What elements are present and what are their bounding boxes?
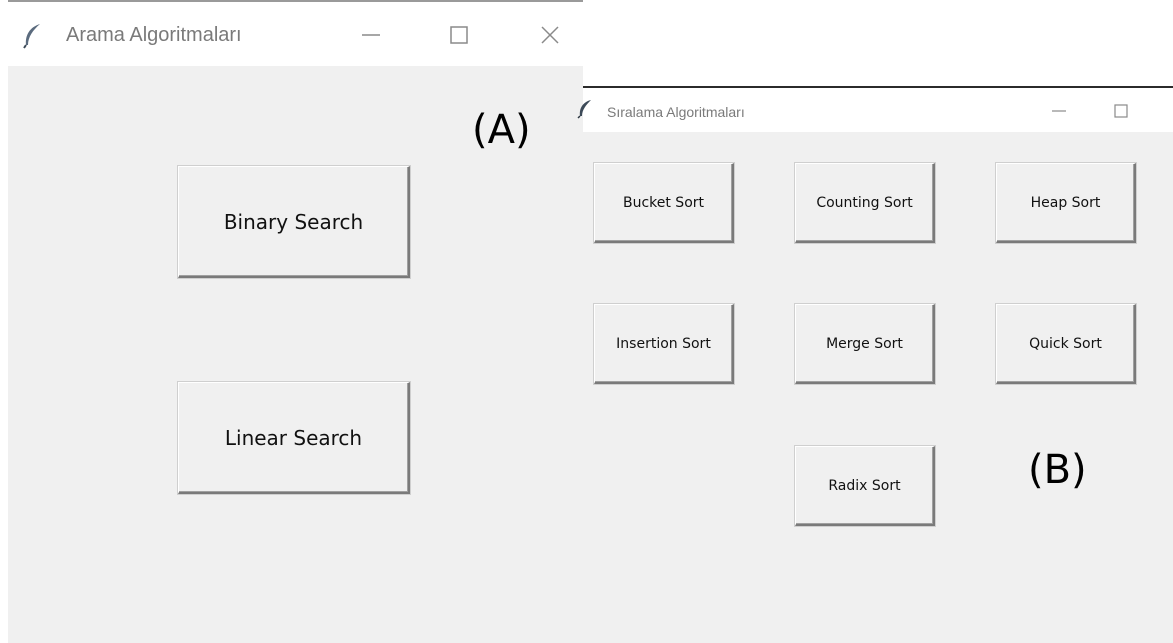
radix-sort-button[interactable]: Radix Sort: [795, 446, 935, 526]
insertion-sort-button[interactable]: Insertion Sort: [594, 304, 734, 384]
window-title: Arama Algoritmaları: [66, 24, 242, 46]
merge-sort-button[interactable]: Merge Sort: [795, 304, 935, 384]
search-window-titlebar[interactable]: Arama Algoritmaları: [8, 2, 583, 66]
panel-label-a: (A): [472, 107, 531, 153]
minimize-icon[interactable]: [1045, 98, 1073, 124]
sorting-algorithms-window: Sıralama Algoritmaları Bucket Sort Count…: [577, 86, 1173, 643]
maximize-icon[interactable]: [1107, 98, 1135, 124]
window-title: Sıralama Algoritmaları: [607, 104, 745, 120]
search-algorithms-window: Arama Algoritmaları Binary Search Linear…: [8, 0, 583, 643]
binary-search-button[interactable]: Binary Search: [178, 166, 410, 278]
feather-icon: [577, 99, 593, 124]
minimize-icon[interactable]: [353, 20, 389, 50]
sort-window-titlebar[interactable]: Sıralama Algoritmaları: [577, 88, 1173, 132]
maximize-icon[interactable]: [441, 20, 477, 50]
panel-label-b: (B): [1028, 447, 1087, 493]
feather-icon: [22, 23, 44, 54]
counting-sort-button[interactable]: Counting Sort: [795, 163, 935, 243]
quick-sort-button[interactable]: Quick Sort: [996, 304, 1136, 384]
bucket-sort-button[interactable]: Bucket Sort: [594, 163, 734, 243]
linear-search-button[interactable]: Linear Search: [178, 382, 410, 494]
close-icon[interactable]: [532, 20, 568, 50]
heap-sort-button[interactable]: Heap Sort: [996, 163, 1136, 243]
